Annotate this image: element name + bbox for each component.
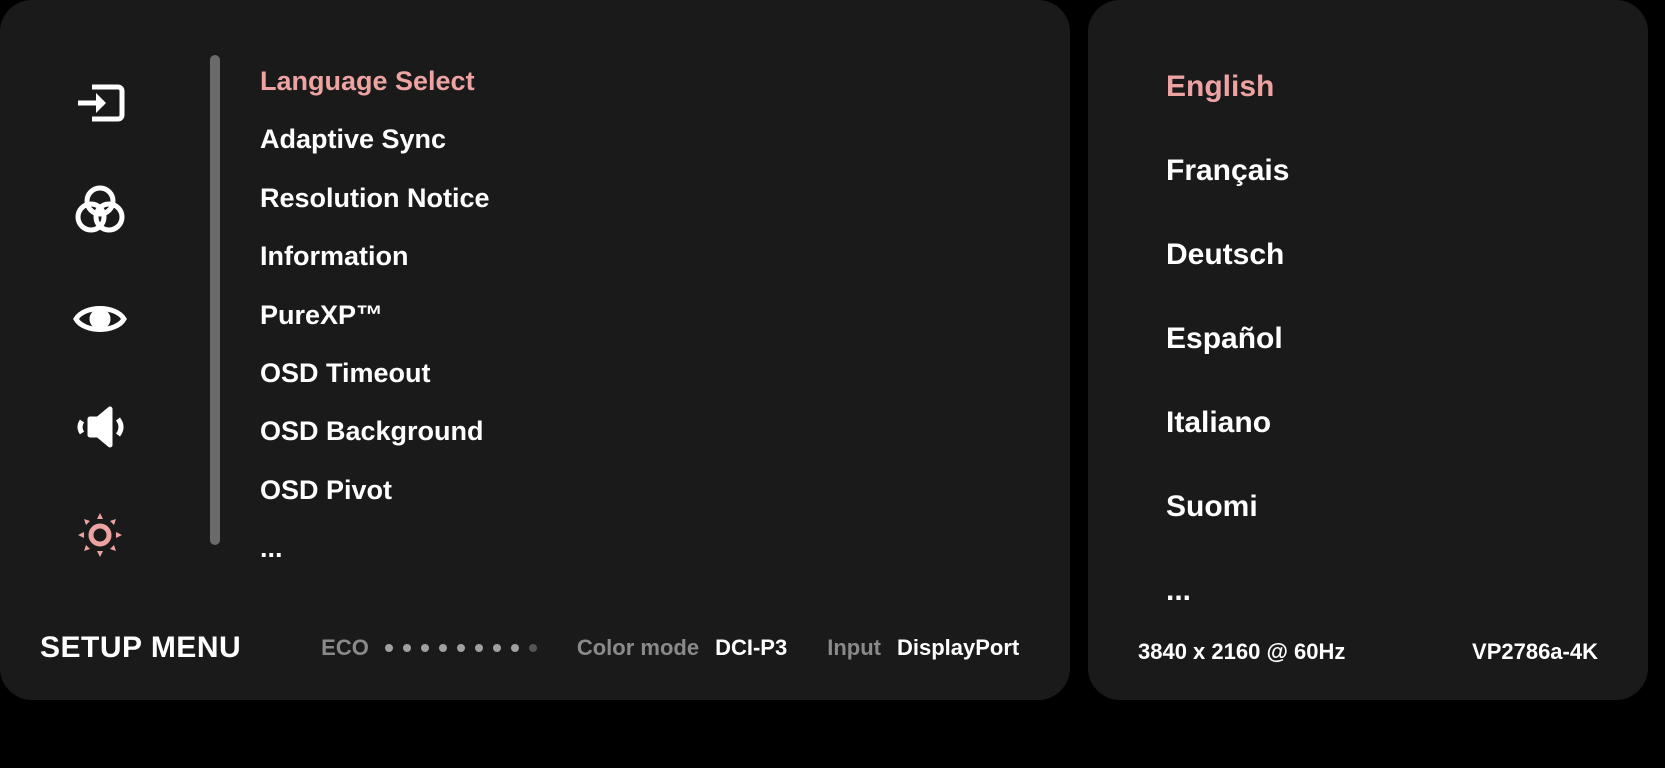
view-mode-icon[interactable]: [72, 291, 128, 347]
eco-dot: [385, 644, 393, 652]
setup-menu-list: Language Select Adaptive Sync Resolution…: [260, 55, 1070, 631]
eco-dot: [421, 644, 429, 652]
scrollbar-thumb[interactable]: [210, 55, 220, 545]
eco-dot: [403, 644, 411, 652]
menu-item-language-select[interactable]: Language Select: [260, 65, 1070, 97]
eco-dot: [511, 644, 519, 652]
eco-dot: [457, 644, 465, 652]
lang-suomi[interactable]: Suomi: [1166, 490, 1648, 524]
resolution-status: 3840 x 2160 @ 60Hz: [1138, 639, 1345, 665]
input-status: Input DisplayPort: [827, 635, 1019, 661]
model-name: VP2786a-4K: [1472, 639, 1598, 665]
menu-item-information[interactable]: Information: [260, 240, 1070, 272]
color-mode-label: Color mode: [577, 635, 699, 661]
side-footer: 3840 x 2160 @ 60Hz VP2786a-4K: [1088, 639, 1648, 700]
eco-dot: [475, 644, 483, 652]
menu-item-osd-pivot[interactable]: OSD Pivot: [260, 474, 1070, 506]
eco-dot: [493, 644, 501, 652]
main-footer: SETUP MENU ECO Color mode DCI-P3 Input D…: [0, 631, 1070, 700]
menu-item-purexp[interactable]: PureXP™: [260, 299, 1070, 331]
input-icon[interactable]: [72, 75, 128, 131]
settings-icon[interactable]: [72, 507, 128, 563]
audio-icon[interactable]: [72, 399, 128, 455]
color-mode-status: Color mode DCI-P3: [577, 635, 787, 661]
page-title: SETUP MENU: [40, 631, 241, 665]
menu-item-resolution-notice[interactable]: Resolution Notice: [260, 182, 1070, 214]
menu-item-adaptive-sync[interactable]: Adaptive Sync: [260, 123, 1070, 155]
input-value: DisplayPort: [897, 635, 1019, 661]
lang-more[interactable]: ...: [1166, 574, 1648, 608]
color-adjust-icon[interactable]: [72, 183, 128, 239]
lang-espanol[interactable]: Español: [1166, 322, 1648, 356]
lang-francais[interactable]: Français: [1166, 154, 1648, 188]
input-label: Input: [827, 635, 881, 661]
main-body: Language Select Adaptive Sync Resolution…: [0, 0, 1070, 631]
language-list: English Français Deutsch Español Italian…: [1088, 0, 1648, 639]
nav-icons: [0, 55, 200, 631]
menu-item-osd-background[interactable]: OSD Background: [260, 415, 1070, 447]
menu-item-osd-timeout[interactable]: OSD Timeout: [260, 357, 1070, 389]
menu-item-more[interactable]: ...: [260, 532, 1070, 564]
eco-label: ECO: [321, 635, 369, 661]
color-mode-value: DCI-P3: [715, 635, 787, 661]
eco-dots: [385, 644, 537, 652]
eco-status: ECO: [321, 635, 537, 661]
lang-italiano[interactable]: Italiano: [1166, 406, 1648, 440]
language-panel: English Français Deutsch Español Italian…: [1088, 0, 1648, 700]
main-osd-panel: Language Select Adaptive Sync Resolution…: [0, 0, 1070, 700]
eco-dot: [529, 644, 537, 652]
lang-english[interactable]: English: [1166, 70, 1648, 104]
menu-scrollbar[interactable]: [210, 55, 220, 545]
eco-dot: [439, 644, 447, 652]
lang-deutsch[interactable]: Deutsch: [1166, 238, 1648, 272]
